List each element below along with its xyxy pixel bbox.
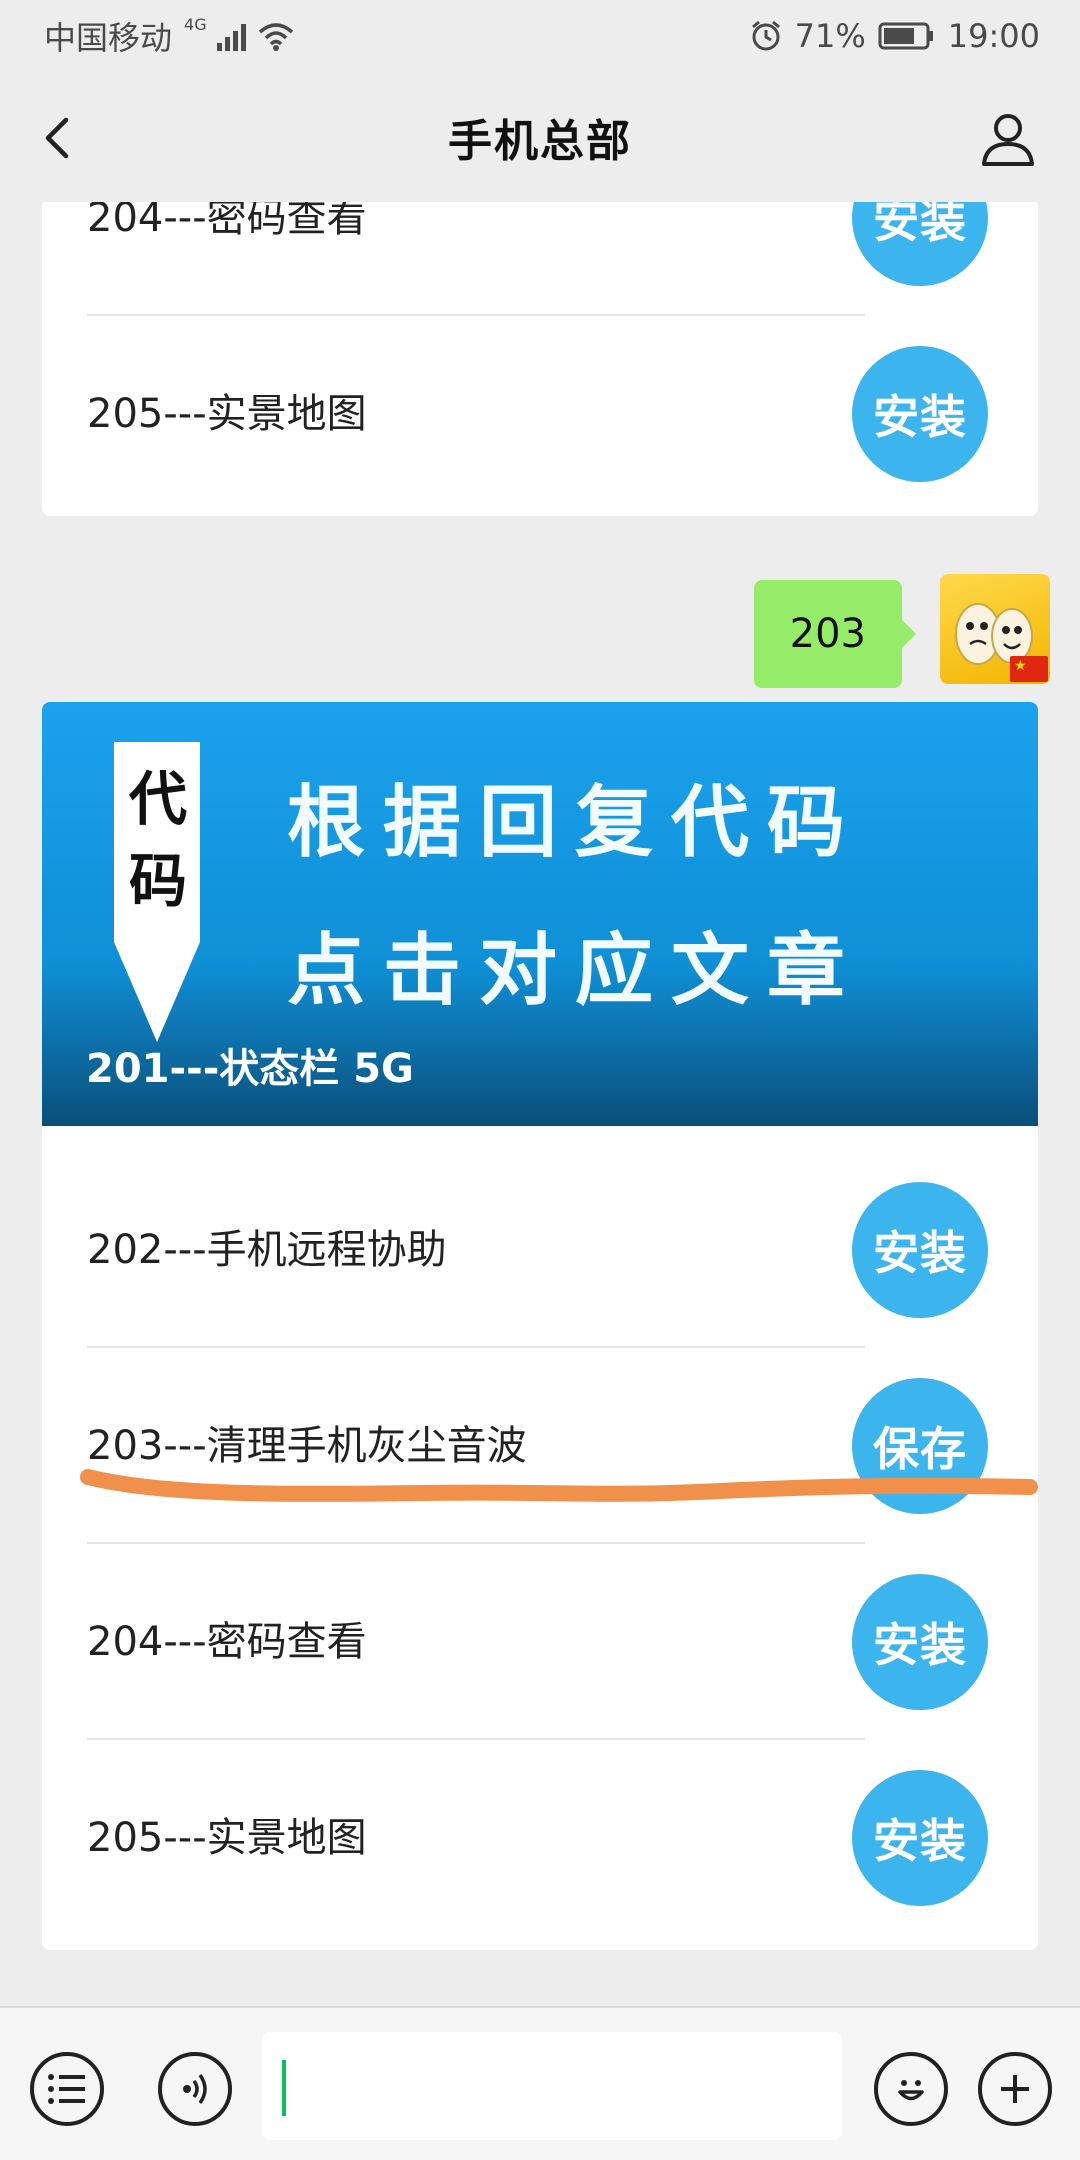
install-button[interactable]: 安装 bbox=[852, 1770, 988, 1906]
battery-percent: 71% bbox=[794, 17, 866, 55]
list-item[interactable]: 202---手机远程协助 安装 bbox=[42, 1152, 1038, 1348]
network-type: 4G bbox=[184, 14, 207, 34]
tag-label: 代 码 bbox=[122, 758, 194, 922]
message-input[interactable] bbox=[262, 2032, 842, 2140]
menu-list-icon[interactable] bbox=[30, 2052, 104, 2126]
profile-icon[interactable] bbox=[976, 106, 1040, 170]
wifi-icon bbox=[258, 23, 293, 51]
tag-char-2: 码 bbox=[128, 847, 187, 915]
clock: 19:00 bbox=[947, 17, 1040, 55]
list-item[interactable]: 205---实景地图 安装 bbox=[42, 316, 1038, 512]
banner-headline-1: 根据回复代码 bbox=[287, 778, 864, 868]
list-item[interactable]: 204---密码查看 安装 bbox=[42, 1544, 1038, 1740]
text-caret bbox=[282, 2060, 286, 2116]
emoji-glyph bbox=[898, 2080, 924, 2101]
item-label: 205---实景地图 bbox=[87, 391, 367, 437]
status-right: 71% 19:00 bbox=[749, 17, 1040, 55]
signal-icon bbox=[216, 21, 246, 51]
plus-glyph bbox=[1001, 2075, 1029, 2103]
voice-glyph bbox=[183, 2073, 207, 2105]
back-icon[interactable] bbox=[30, 108, 90, 168]
chat-content: 204---密码查看 安装 205---实景地图 安装 203 ★ 代 码 根据… bbox=[0, 202, 1080, 2002]
tag-char-1: 代 bbox=[128, 765, 187, 833]
banner-caption: 201---状态栏 5G bbox=[86, 1046, 414, 1092]
item-label: 204---密码查看 bbox=[87, 1619, 367, 1665]
install-button[interactable]: 安装 bbox=[852, 202, 988, 286]
chat-screen: 中国移动 4G 71% 19:00 手机总部 204---密码查看 安装 205… bbox=[0, 0, 1080, 2160]
carrier-name: 中国移动 bbox=[44, 19, 173, 57]
status-left: 中国移动 4G bbox=[44, 13, 296, 59]
cover-banner[interactable]: 代 码 根据回复代码 点击对应文章 201---状态栏 5G bbox=[42, 702, 1038, 1126]
alarm-icon bbox=[751, 20, 780, 51]
list-item[interactable]: 205---实景地图 安装 bbox=[42, 1740, 1038, 1936]
battery-icon bbox=[878, 22, 933, 50]
message-bubble[interactable]: 203 bbox=[753, 580, 917, 688]
banner-headline-2: 点击对应文章 bbox=[287, 926, 864, 1016]
article-card-previous: 204---密码查看 安装 205---实景地图 安装 bbox=[42, 202, 1038, 516]
chat-header: 手机总部 bbox=[0, 72, 1080, 202]
input-bar bbox=[0, 2006, 1080, 2160]
install-button[interactable]: 安装 bbox=[852, 346, 988, 482]
message-row: 203 bbox=[0, 574, 1080, 694]
menu-list-glyph bbox=[48, 2074, 85, 2104]
flag-badge-icon bbox=[1010, 656, 1048, 682]
annotation-underline bbox=[80, 1469, 1038, 1502]
voice-icon[interactable] bbox=[158, 2052, 232, 2126]
avatar[interactable] bbox=[940, 574, 1050, 684]
item-label: 202---手机远程协助 bbox=[87, 1227, 447, 1273]
page-title: 手机总部 bbox=[448, 116, 632, 167]
status-bar: 中国移动 4G 71% 19:00 bbox=[0, 0, 1080, 72]
item-label: 204---密码查看 bbox=[87, 202, 367, 241]
list-item[interactable]: 204---密码查看 安装 bbox=[42, 202, 1038, 316]
install-button[interactable]: 安装 bbox=[852, 1574, 988, 1710]
article-card: 代 码 根据回复代码 点击对应文章 201---状态栏 5G 202---手机远… bbox=[42, 702, 1038, 1950]
plus-icon[interactable] bbox=[978, 2052, 1052, 2126]
item-label: 205---实景地图 bbox=[87, 1815, 367, 1861]
emoji-icon[interactable] bbox=[874, 2052, 948, 2126]
install-button[interactable]: 安装 bbox=[852, 1182, 988, 1318]
